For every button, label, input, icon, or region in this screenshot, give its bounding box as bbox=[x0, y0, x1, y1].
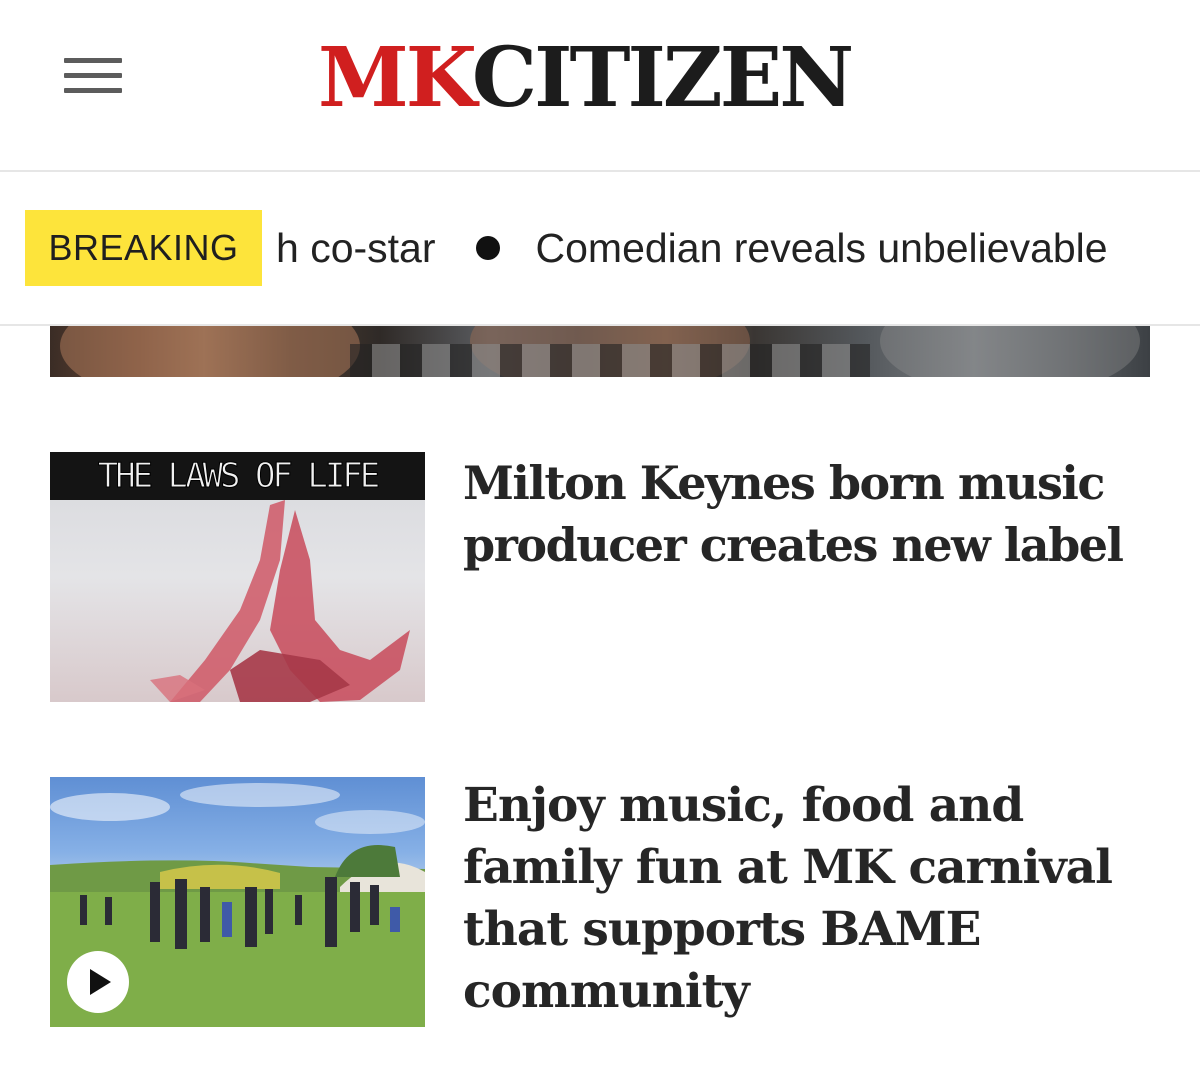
hero-photo-detail bbox=[350, 344, 870, 377]
article-card[interactable]: THE LAWS OF LIFE Milton Keynes born musi… bbox=[50, 452, 1150, 702]
logo-mk: MK bbox=[318, 30, 475, 126]
menu-bar bbox=[64, 73, 122, 78]
site-header: MKCITIZEN bbox=[0, 0, 1200, 172]
article-card[interactable]: Enjoy music, food and family fun at MK c… bbox=[50, 777, 1150, 1027]
hero-photo-detail bbox=[880, 326, 1140, 377]
dancer-figure-image bbox=[150, 500, 410, 702]
hero-photo-detail bbox=[60, 326, 360, 377]
play-triangle bbox=[90, 969, 111, 995]
article-headline[interactable]: Milton Keynes born music producer create… bbox=[463, 452, 1143, 576]
breaking-news-ticker: BREAKING h co-star Comedian reveals unbel… bbox=[0, 172, 1200, 326]
hero-image[interactable] bbox=[50, 326, 1150, 377]
play-icon[interactable] bbox=[67, 951, 129, 1013]
logo-citizen: CITIZEN bbox=[471, 30, 854, 126]
ticker-track: h co-star Comedian reveals unbelievable bbox=[276, 210, 1108, 286]
article-thumbnail[interactable]: THE LAWS OF LIFE bbox=[50, 452, 425, 702]
ticker-item[interactable]: Comedian reveals unbelievable bbox=[536, 225, 1108, 271]
bullet-dot-icon bbox=[475, 236, 500, 261]
breaking-badge: BREAKING bbox=[25, 210, 262, 286]
article-headline[interactable]: Enjoy music, food and family fun at MK c… bbox=[463, 775, 1143, 1023]
site-logo[interactable]: MKCITIZEN bbox=[318, 36, 854, 120]
ticker-item[interactable]: h co-star bbox=[276, 225, 436, 271]
menu-bar bbox=[64, 58, 122, 63]
menu-bar bbox=[64, 88, 122, 93]
thumbnail-banner-text: THE LAWS OF LIFE bbox=[50, 452, 425, 500]
hamburger-menu-icon[interactable] bbox=[62, 55, 124, 99]
article-thumbnail[interactable] bbox=[50, 777, 425, 1027]
